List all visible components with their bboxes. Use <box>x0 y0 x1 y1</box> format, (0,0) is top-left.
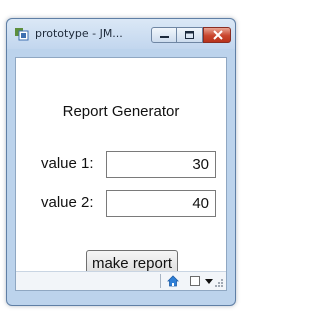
home-icon[interactable] <box>166 274 180 288</box>
app-icon <box>15 28 29 41</box>
page-title: Report Generator <box>62 103 180 120</box>
status-separator <box>160 274 161 288</box>
minimize-button[interactable] <box>151 27 177 43</box>
resize-grip-icon[interactable] <box>214 278 224 288</box>
maximize-button[interactable] <box>177 27 203 43</box>
content-panel: Report Generator value 1: value 2: make … <box>15 57 227 291</box>
title-bar[interactable]: prototype - JM... <box>7 19 235 49</box>
app-window: prototype - JM... Report Generator value… <box>6 18 236 306</box>
window-title: prototype - JM... <box>35 27 123 40</box>
minimize-icon <box>160 36 169 38</box>
close-button[interactable] <box>203 27 231 43</box>
checkbox-icon[interactable] <box>188 274 202 288</box>
maximize-icon <box>185 31 194 39</box>
value-2-input[interactable] <box>106 190 216 217</box>
value-1-label: value 1: <box>41 155 94 172</box>
close-icon <box>213 30 223 40</box>
status-bar <box>16 271 226 290</box>
value-2-label: value 2: <box>41 194 94 211</box>
value-1-input[interactable] <box>106 151 216 178</box>
